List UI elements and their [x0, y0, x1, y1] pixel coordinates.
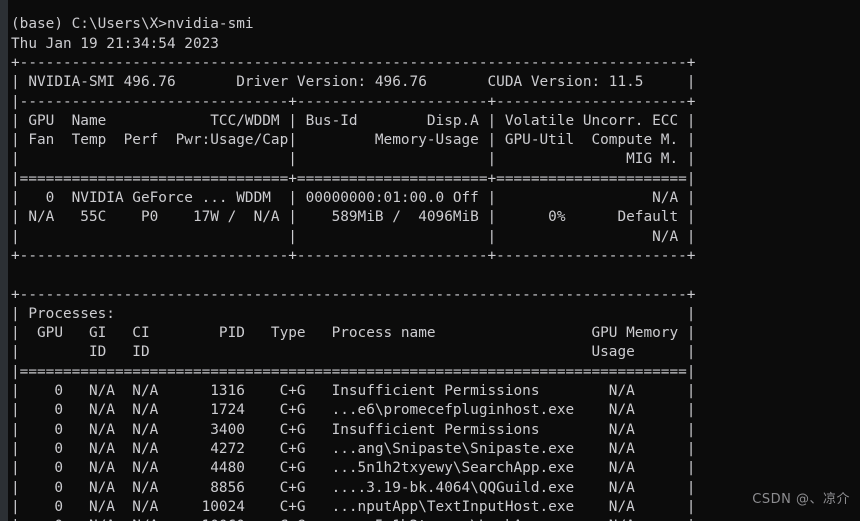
nvidia-smi-console-output: (base) C:\Users\X>nvidia-smi Thu Jan 19 …: [11, 16, 696, 521]
terminal-scrollbar[interactable]: [0, 0, 8, 521]
terminal-window[interactable]: (base) C:\Users\X>nvidia-smi Thu Jan 19 …: [0, 0, 860, 521]
csdn-watermark: CSDN @、凉介: [752, 492, 850, 507]
